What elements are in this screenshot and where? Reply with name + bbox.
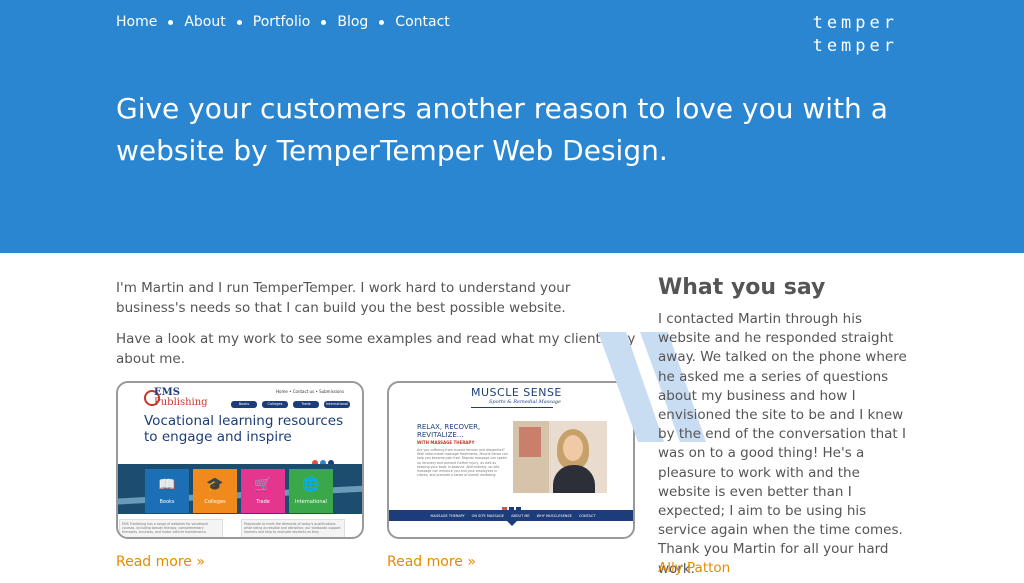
- ems-tile-colleges: 🎓 Colleges: [193, 469, 237, 513]
- ems-tile-trade: 🛒 Trade: [241, 469, 285, 513]
- ms-nav-bar: MASSAGE THERAPY ON SITE MASSAGE ABOUT ME…: [389, 510, 633, 521]
- ems-tile-label: Books: [159, 499, 175, 505]
- graduation-cap-icon: 🎓: [206, 477, 224, 493]
- ms-nav-item: WHY MUSCLESENSE: [536, 513, 572, 518]
- ms-logo-subtitle: Sports & Remedial Massage: [489, 399, 561, 405]
- cart-icon: 🛒: [254, 477, 272, 493]
- nav-separator-dot: [321, 19, 327, 25]
- nav-separator-dot: [168, 19, 174, 25]
- book-icon: 📖: [158, 477, 176, 493]
- intro-paragraph: I'm Martin and I run TemperTemper. I wor…: [116, 280, 571, 316]
- ems-pill: Trade: [293, 401, 319, 408]
- logo-line-1: temper: [812, 13, 898, 33]
- testimonial-author: Ally Patton: [658, 560, 731, 576]
- ms-logo-rule: [471, 407, 553, 408]
- nav-about-link[interactable]: About: [184, 14, 225, 30]
- ems-logo-subtext: Publishing: [154, 397, 208, 408]
- ems-pill-nav: Books Colleges Trade International: [231, 401, 355, 408]
- ems-tile-label: Colleges: [204, 499, 226, 505]
- ems-tile-label: International: [295, 499, 327, 505]
- nav-contact-link[interactable]: Contact: [395, 14, 449, 30]
- ems-pill: Books: [231, 401, 257, 408]
- ems-tile-label: Trade: [256, 499, 270, 505]
- nav-portfolio-link[interactable]: Portfolio: [253, 14, 311, 30]
- logo-line-2: temper: [812, 36, 898, 56]
- read-more-link[interactable]: Read more »: [387, 554, 476, 570]
- ms-headline: RELAX, RECOVER, REVITALIZE...: [417, 423, 481, 439]
- nav-separator-dot: [236, 19, 242, 25]
- testimonial-title: What you say: [658, 275, 826, 300]
- ms-nav-item: ABOUT ME: [511, 513, 530, 518]
- ems-text-block: EMS Publishing has a range of websites f…: [119, 519, 223, 537]
- main-nav: Home About Portfolio Blog Contact: [116, 14, 450, 30]
- ems-tile-international: 🌐 International: [289, 469, 333, 513]
- ms-nav-item: ON SITE MASSAGE: [471, 513, 505, 518]
- globe-icon: 🌐: [302, 477, 320, 493]
- site-logo[interactable]: temper temper: [813, 12, 898, 58]
- read-more-link[interactable]: Read more »: [116, 554, 205, 570]
- intro-paragraph: Have a look at my work to see some examp…: [116, 331, 636, 367]
- testimonial-text: I contacted Martin through his website a…: [658, 311, 907, 577]
- ms-logo: MUSCLE SENSE: [471, 386, 562, 399]
- ms-nav-item: CONTACT: [578, 513, 596, 518]
- nav-blog-link[interactable]: Blog: [337, 14, 368, 30]
- ems-text-block: Passionate to meet the demands of today'…: [241, 519, 345, 537]
- nav-separator-dot: [379, 19, 385, 25]
- intro-section: I'm Martin and I run TemperTemper. I wor…: [116, 279, 636, 381]
- ems-headline: Vocational learning resources to engage …: [144, 413, 344, 445]
- nav-home-link[interactable]: Home: [116, 14, 157, 30]
- ems-logo: EMS Publishing: [154, 388, 208, 408]
- portfolio-card-ems[interactable]: EMS Publishing Home • Contact us • Submi…: [116, 381, 364, 539]
- hero-banner: Home About Portfolio Blog Contact temper…: [0, 0, 1024, 253]
- ms-therapist-photo: [513, 421, 607, 493]
- ms-paragraph: Are you suffering from muscle tension an…: [417, 448, 508, 478]
- hero-headline: Give your customers another reason to lo…: [116, 92, 888, 167]
- ms-tagline: WITH MASSAGE THERAPY: [417, 440, 475, 445]
- ems-pill: International: [324, 401, 350, 408]
- ms-nav-caret: [507, 521, 517, 526]
- ems-pill: Colleges: [262, 401, 288, 408]
- ems-tile-books: 📖 Books: [145, 469, 189, 513]
- ms-nav-item: MASSAGE THERAPY: [430, 513, 465, 518]
- ems-top-nav: Home • Contact us • Submissions: [276, 389, 345, 394]
